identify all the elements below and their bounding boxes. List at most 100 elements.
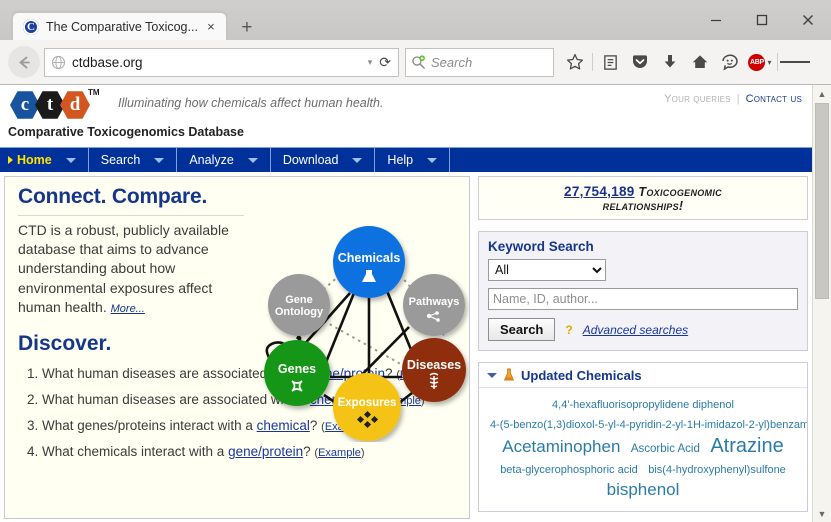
search-icon <box>412 54 425 69</box>
tag-item[interactable]: Acetaminophen <box>502 437 620 456</box>
browser-tab[interactable]: C The Comparative Toxicog... × <box>12 12 227 40</box>
more-link[interactable]: More... <box>111 303 145 315</box>
tag-item[interactable]: 4-(5-benzo(1,3)dioxol-5-yl-4-pyridin-2-y… <box>490 419 807 431</box>
pocket-icon[interactable] <box>625 47 655 77</box>
node-label-diseases: Diseases <box>407 358 461 372</box>
downloads-icon[interactable] <box>655 47 685 77</box>
chevron-down-icon[interactable]: ▾ <box>368 57 373 68</box>
browser-toolbar: ctdbase.org ▾ ⟳ Search ABP ▾ <box>0 40 831 85</box>
title-bar: C The Comparative Toxicog... × + <box>0 0 831 41</box>
site-tagline: Illuminating how chemicals affect human … <box>118 96 384 110</box>
chevron-down-icon <box>154 157 165 163</box>
intro-text: CTD is a robust, publicly available data… <box>18 222 229 315</box>
url-text: ctdbase.org <box>72 54 143 70</box>
node-label-ontology: Ontology <box>275 306 324 318</box>
adblock-plus-icon[interactable]: ABP ▾ <box>745 47 775 77</box>
intro-paragraph: CTD is a robust, publicly available data… <box>18 221 250 319</box>
nav-item-help[interactable]: Help <box>375 148 451 172</box>
header-links: Your queries | Contact us <box>664 93 802 105</box>
nav-item-download[interactable]: Download <box>271 148 376 172</box>
sync-icon[interactable] <box>715 47 745 77</box>
chevron-down-icon <box>65 157 76 163</box>
toolbar-icons: ABP ▾ <box>560 47 810 77</box>
window-controls <box>693 0 831 40</box>
page-viewport: c t d TM Illuminating how chemicals affe… <box>0 85 831 522</box>
page-body: Connect. Compare. CTD is a robust, publi… <box>0 172 812 522</box>
globe-icon <box>51 55 66 69</box>
maximize-icon[interactable] <box>739 1 785 39</box>
nav-item-search[interactable]: Search <box>89 148 178 172</box>
tag-item[interactable]: 4,4'-hexafluorisopropylidene diphenol <box>552 399 734 411</box>
divider <box>18 215 244 216</box>
keyword-search-panel: Keyword Search All Search ? Advanced sea… <box>478 231 808 351</box>
bookmark-star-icon[interactable] <box>560 47 590 77</box>
relationships-suffix: Toxicogenomic <box>638 184 722 199</box>
help-icon[interactable]: ? <box>565 323 572 337</box>
nav-item-analyze[interactable]: Analyze <box>177 148 271 172</box>
scroll-up-arrow-icon[interactable]: ▲ <box>813 85 831 102</box>
node-label-gene: Gene <box>285 294 313 306</box>
logo-trademark: TM <box>88 88 100 97</box>
your-queries-link[interactable]: Your queries <box>664 93 731 105</box>
updated-chemicals-title: Updated Chemicals <box>521 367 642 383</box>
tab-strip: C The Comparative Toxicog... × + <box>12 12 261 40</box>
scrollbar-thumb[interactable] <box>815 103 829 299</box>
question-text: What genes/proteins interact with a <box>42 418 257 433</box>
example-link[interactable]: Example <box>318 447 361 459</box>
search-button[interactable]: Search <box>488 318 556 341</box>
question-link[interactable]: gene/protein <box>228 444 303 459</box>
discover-title: Discover. <box>18 332 112 355</box>
back-button[interactable] <box>8 46 40 78</box>
node-label-pathways: Pathways <box>409 296 460 308</box>
menu-icon[interactable] <box>780 47 810 77</box>
question-text: What chemicals interact with a <box>42 444 229 459</box>
chevron-down-icon[interactable]: ▾ <box>767 58 771 67</box>
list-item: What chemicals interact with a gene/prot… <box>42 441 469 464</box>
relationships-line2: relationships! <box>602 198 684 213</box>
relationships-banner: 27,754,189 Toxicogenomic relationships! <box>478 176 808 220</box>
minimize-icon[interactable] <box>693 1 739 39</box>
tag-item[interactable]: Atrazine <box>710 435 783 457</box>
tab-close-icon[interactable]: × <box>202 18 220 36</box>
question-suffix: ? <box>303 444 311 459</box>
logo-hex-d: d <box>60 91 90 119</box>
toolbar-divider <box>592 53 593 71</box>
address-bar[interactable]: ctdbase.org ▾ ⟳ <box>44 47 399 77</box>
scroll-down-arrow-icon[interactable]: ▼ <box>813 505 831 522</box>
site-header: c t d TM Illuminating how chemicals affe… <box>0 85 812 147</box>
chemical-tag-cloud: 4,4'-hexafluorisopropylidene diphenol 4-… <box>479 388 807 501</box>
active-marker-icon <box>8 156 13 164</box>
tag-item[interactable]: bis(4-hydroxyphenyl)sulfone <box>648 464 786 476</box>
reading-list-icon[interactable] <box>595 47 625 77</box>
nav-label: Help <box>387 153 414 167</box>
ctd-network-diagram: Gene Ontology Pathways Chemicals Genes D… <box>254 217 469 442</box>
contact-us-link[interactable]: Contact us <box>746 93 802 105</box>
nav-label: Search <box>100 153 141 167</box>
home-icon[interactable] <box>685 47 715 77</box>
search-category-select[interactable]: All <box>488 259 606 281</box>
chevron-down-icon[interactable] <box>487 372 497 378</box>
node-label-chemicals: Chemicals <box>338 251 401 265</box>
search-input[interactable] <box>488 288 798 310</box>
relationships-count[interactable]: 27,754,189 <box>564 184 635 199</box>
browser-search-box[interactable]: Search <box>405 47 554 77</box>
main-nav: Home Search Analyze Download Help <box>0 147 812 172</box>
page-title: Connect. Compare. <box>18 185 208 208</box>
new-tab-button[interactable]: + <box>233 16 261 40</box>
nav-label: Analyze <box>189 153 234 167</box>
advanced-searches-link[interactable]: Advanced searches <box>583 323 688 337</box>
ctd-logo[interactable]: c t d TM <box>8 88 108 122</box>
tag-item[interactable]: Ascorbic Acid <box>631 443 700 455</box>
close-icon[interactable] <box>785 1 831 39</box>
nav-item-home[interactable]: Home <box>0 148 89 172</box>
tag-item[interactable]: bisphenol <box>607 480 680 499</box>
adblock-badge: ABP <box>748 53 766 71</box>
vertical-scrollbar[interactable]: ▲ ▼ <box>812 85 831 522</box>
keyword-search-title: Keyword Search <box>488 239 594 254</box>
example-wrap: (Example) <box>314 447 365 459</box>
tag-item[interactable]: beta-glycerophosphoric acid <box>500 464 638 476</box>
updated-chemicals-panel: Updated Chemicals 4,4'-hexafluorisopropy… <box>478 362 808 512</box>
updated-chemicals-header[interactable]: Updated Chemicals <box>479 363 807 388</box>
reload-icon[interactable]: ⟳ <box>379 54 391 71</box>
search-actions-row: Search ? Advanced searches <box>488 318 798 341</box>
